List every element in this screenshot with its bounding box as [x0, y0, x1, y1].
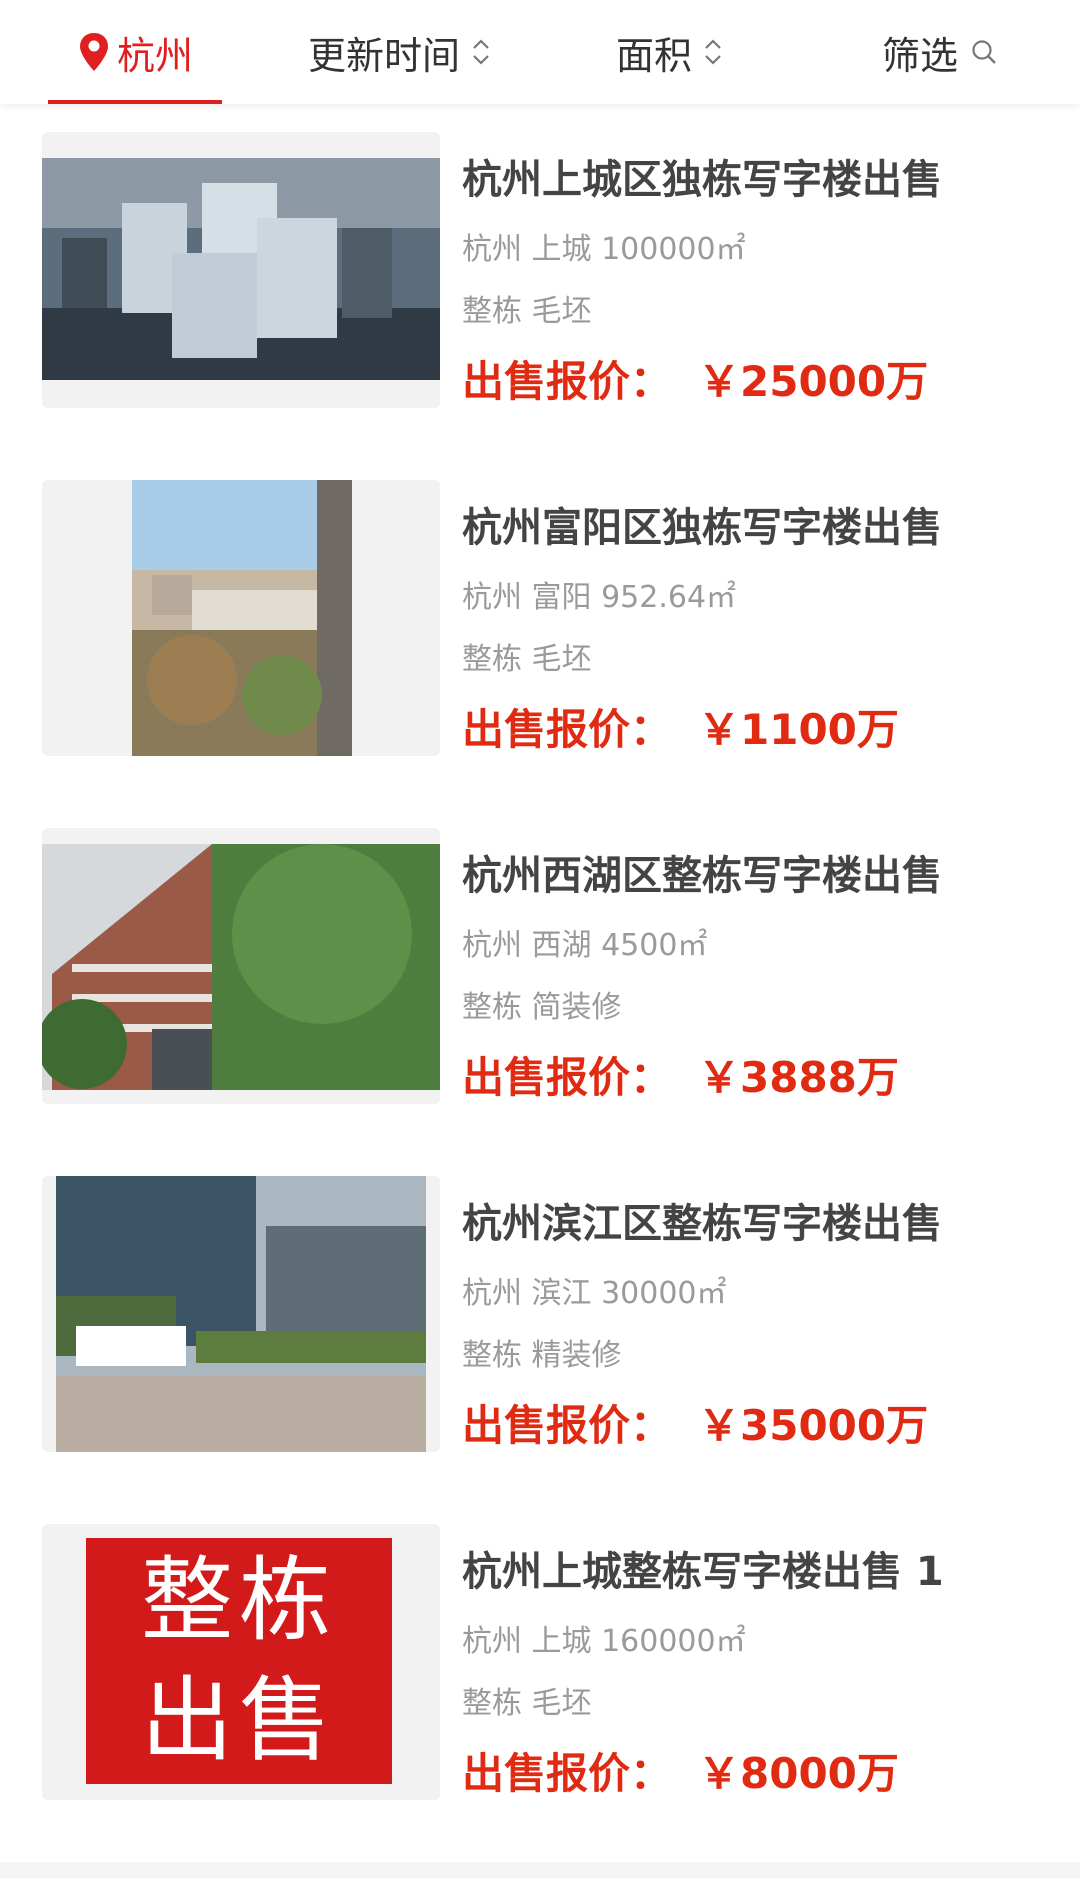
listing-price: 出售报价： ￥25000万	[462, 354, 1042, 410]
listing-card[interactable]: 整栋 出售 杭州上城整栋写字楼出售 1 杭州 上城 160000㎡ 整栋 毛坯 …	[0, 1496, 1080, 1844]
price-label: 出售报价：	[462, 1749, 673, 1798]
sort-by-update-time[interactable]: 更新时间	[290, 0, 510, 104]
price-label: 出售报价：	[462, 1053, 673, 1102]
filter-bar: 杭州 更新时间 面积 筛选	[0, 0, 1080, 104]
filter-button[interactable]: 筛选	[870, 0, 1010, 104]
listing-location-area: 杭州 滨江 30000㎡	[462, 1276, 727, 1311]
sort-updown-icon	[473, 39, 489, 65]
listing-location-area: 杭州 西湖 4500㎡	[462, 928, 708, 963]
banner-text-line2: 出售	[140, 1667, 337, 1774]
brick-building-photo	[42, 844, 440, 1090]
listing-price: 出售报价： ￥3888万	[462, 1050, 1042, 1106]
listing-card[interactable]: 杭州滨江区整栋写字楼出售 杭州 滨江 30000㎡ 整栋 精装修 出售报价： ￥3…	[0, 1148, 1080, 1496]
listing-title[interactable]: 杭州滨江区整栋写字楼出售	[462, 1198, 1042, 1250]
bottom-edge	[0, 1862, 1080, 1878]
listing-price: 出售报价： ￥1100万	[462, 702, 1042, 758]
building-photo	[132, 480, 352, 756]
listing-thumbnail[interactable]	[42, 828, 440, 1104]
listing-price: 出售报价： ￥35000万	[462, 1398, 1042, 1454]
listing-tags: 整栋 毛坯	[462, 642, 592, 677]
price-label: 出售报价：	[462, 1401, 673, 1450]
filter-label: 筛选	[881, 33, 958, 78]
listing-card[interactable]: 杭州上城区独栋写字楼出售 杭州 上城 100000㎡ 整栋 毛坯 出售报价： ￥2…	[0, 104, 1080, 452]
listing-page: 杭州 更新时间 面积 筛选 杭州上城区独栋写字楼出售 杭州 上城 100000㎡…	[0, 0, 1080, 1878]
sort-by-area[interactable]: 面积	[600, 0, 740, 104]
listing-tags: 整栋 精装修	[462, 1338, 622, 1373]
price-value: ￥8000万	[698, 1749, 899, 1798]
listing-title[interactable]: 杭州上城区独栋写字楼出售	[462, 154, 1042, 206]
listing-title[interactable]: 杭州上城整栋写字楼出售 1	[462, 1546, 1042, 1598]
price-label: 出售报价：	[462, 357, 673, 406]
listing-location-area: 杭州 上城 100000㎡	[462, 232, 746, 267]
price-value: ￥1100万	[698, 705, 899, 754]
sort-area-label: 面积	[615, 33, 692, 78]
tab-city[interactable]: 杭州	[48, 0, 222, 104]
listing-thumbnail[interactable]	[42, 480, 440, 756]
price-value: ￥35000万	[698, 1401, 929, 1450]
listing-thumbnail[interactable]	[42, 132, 440, 408]
banner-text-line1: 整栋	[140, 1547, 337, 1654]
sort-updown-icon	[705, 39, 721, 65]
price-value: ￥25000万	[698, 357, 929, 406]
whole-building-sale-banner: 整栋 出售	[86, 1538, 392, 1784]
price-value: ￥3888万	[698, 1053, 899, 1102]
sort-update-label: 更新时间	[307, 33, 460, 78]
listing-card[interactable]: 杭州富阳区独栋写字楼出售 杭州 富阳 952.64㎡ 整栋 毛坯 出售报价： ￥1…	[0, 452, 1080, 800]
listing-tags: 整栋 毛坯	[462, 1686, 592, 1721]
listing-title[interactable]: 杭州富阳区独栋写字楼出售	[462, 502, 1042, 554]
listing-title[interactable]: 杭州西湖区整栋写字楼出售	[462, 850, 1042, 902]
listing-thumbnail[interactable]: 整栋 出售	[42, 1524, 440, 1800]
price-label: 出售报价：	[462, 705, 673, 754]
office-towers-photo	[42, 158, 440, 380]
listing-location-area: 杭州 上城 160000㎡	[462, 1624, 746, 1659]
listing-thumbnail[interactable]	[42, 1176, 440, 1452]
listing-card[interactable]: 杭州西湖区整栋写字楼出售 杭州 西湖 4500㎡ 整栋 简装修 出售报价： ￥38…	[0, 800, 1080, 1148]
listing-price: 出售报价： ￥8000万	[462, 1746, 1042, 1802]
glass-building-photo	[56, 1176, 426, 1452]
listing-tags: 整栋 简装修	[462, 990, 622, 1025]
location-pin-icon	[79, 33, 108, 71]
listing-tags: 整栋 毛坯	[462, 294, 592, 329]
search-icon	[972, 40, 996, 64]
listing-location-area: 杭州 富阳 952.64㎡	[462, 580, 737, 615]
tab-city-label: 杭州	[116, 33, 193, 78]
